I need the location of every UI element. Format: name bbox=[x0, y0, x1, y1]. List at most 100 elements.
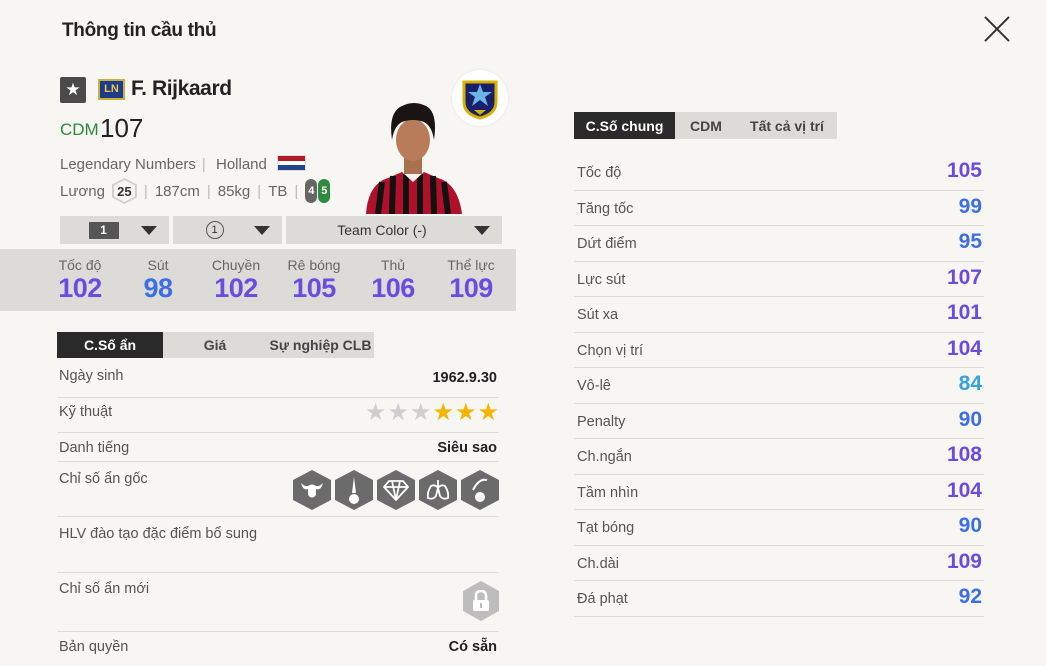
tab-price[interactable]: Giá bbox=[163, 332, 267, 358]
player-portrait bbox=[358, 98, 468, 214]
info-row-coach-traits: HLV đào tạo đặc điểm bổ sung bbox=[57, 517, 499, 573]
attribute-row: Chọn vị trí 104 bbox=[574, 333, 984, 368]
attribute-label: Tăng tốc bbox=[577, 200, 634, 217]
stat-label: Chuyền bbox=[211, 257, 261, 273]
favorite-star-icon[interactable]: ★ bbox=[60, 77, 86, 103]
attribute-value: 95 bbox=[958, 230, 982, 253]
close-icon[interactable] bbox=[982, 14, 1012, 44]
attribute-label: Ch.dài bbox=[577, 555, 619, 572]
team-color-dropdown[interactable]: Team Color (-) bbox=[286, 216, 502, 244]
attribute-label: Tạt bóng bbox=[577, 520, 635, 536]
summary-stats-bar: Tốc độ 102 Sút 98 Chuyền 102 Rê bóng 105… bbox=[0, 249, 516, 311]
attribute-value: 84 bbox=[958, 372, 982, 395]
info-label: Bản quyền bbox=[59, 639, 129, 655]
attribute-value: 104 bbox=[946, 336, 982, 360]
player-position: CDM bbox=[60, 120, 99, 139]
info-label: Danh tiếng bbox=[59, 440, 130, 456]
info-label: Kỹ thuật bbox=[59, 404, 113, 420]
info-label: HLV đào tạo đặc điểm bổ sung bbox=[59, 526, 258, 542]
salary-label: Lương bbox=[60, 182, 105, 200]
star-empty-icon: ★ bbox=[364, 399, 387, 426]
summary-stat: Chuyền 102 bbox=[196, 257, 276, 304]
tab-hidden-stats[interactable]: C.Số ẩn bbox=[57, 332, 163, 358]
summary-stat: Rê bóng 105 bbox=[274, 257, 354, 304]
foot-badge: 4 5 bbox=[305, 179, 331, 203]
attribute-label: Đá phạt bbox=[577, 591, 628, 607]
diamond-icon[interactable] bbox=[377, 470, 415, 510]
stat-label: Tốc độ bbox=[58, 257, 102, 273]
info-row-reputation: Danh tiếng Siêu sao bbox=[57, 433, 499, 462]
finesse-shot-icon[interactable] bbox=[461, 470, 499, 510]
player-height: 187cm bbox=[154, 182, 200, 200]
stat-value: 102 bbox=[214, 273, 258, 303]
attribute-label: Ch.ngắn bbox=[577, 449, 632, 465]
attribute-value: 101 bbox=[946, 301, 982, 324]
info-label: Chỉ số ẩn gốc bbox=[59, 471, 148, 487]
stat-label: Rê bóng bbox=[287, 257, 341, 273]
attribute-row: Dứt điểm 95 bbox=[574, 226, 984, 262]
attribute-value: 104 bbox=[946, 478, 982, 502]
info-value: Siêu sao bbox=[437, 440, 497, 456]
attribute-label: Tầm nhìn bbox=[577, 484, 639, 501]
chevron-down-icon bbox=[254, 226, 270, 235]
chevron-down-icon bbox=[474, 226, 490, 235]
player-origin: Legendary Numbers | Holland bbox=[60, 155, 312, 173]
player-body-type: TB bbox=[268, 182, 288, 200]
player-physical: Lương 25 | 187cm | 85kg | TB | 4 5 bbox=[60, 178, 331, 204]
player-name: F. Rijkaard bbox=[131, 77, 232, 100]
salary-value: 25 bbox=[113, 180, 135, 202]
tab-club-career[interactable]: Sự nghiệp CLB bbox=[267, 332, 374, 358]
attribute-row: Tầm nhìn 104 bbox=[574, 475, 984, 510]
attribute-row: Lực sút 107 bbox=[574, 262, 984, 297]
attribute-label: Dứt điểm bbox=[577, 236, 637, 252]
season-name: Legendary Numbers bbox=[60, 156, 196, 173]
star-filled-icon: ★ bbox=[454, 399, 477, 426]
chevron-down-icon bbox=[141, 226, 157, 235]
tab-all-positions[interactable]: Tất cả vị trí bbox=[737, 112, 837, 139]
summary-stat: Thể lực 109 bbox=[431, 257, 511, 304]
star-empty-icon: ★ bbox=[387, 399, 409, 426]
attribute-value: 108 bbox=[946, 443, 982, 466]
attribute-row: Ch.dài 109 bbox=[574, 546, 984, 581]
info-row-new-traits: Chỉ số ẩn mới bbox=[57, 573, 499, 632]
info-tabs: C.Số ẩn Giá Sự nghiệp CLB bbox=[57, 332, 374, 358]
enhance-dropdown[interactable]: 1 bbox=[173, 216, 282, 244]
lungs-icon[interactable] bbox=[419, 470, 457, 510]
stat-label: Thể lực bbox=[447, 257, 495, 273]
stat-label: Thủ bbox=[380, 257, 406, 273]
info-value: Có sẵn bbox=[448, 639, 497, 655]
attribute-row: Tốc độ 105 bbox=[574, 155, 984, 191]
buffalo-icon[interactable] bbox=[293, 470, 331, 510]
weak-foot-value: 4 bbox=[305, 179, 318, 203]
tab-general-stats[interactable]: C.Số chung bbox=[574, 112, 675, 139]
team-color-value: Team Color (-) bbox=[337, 222, 427, 238]
attribute-value: 109 bbox=[946, 549, 982, 573]
star-filled-icon: ★ bbox=[477, 399, 499, 426]
attribute-row: Tăng tốc 99 bbox=[574, 191, 984, 226]
lock-icon[interactable] bbox=[463, 581, 499, 621]
info-row-copyright: Bản quyền Có sẵn bbox=[57, 632, 499, 666]
netherlands-flag-icon bbox=[277, 155, 307, 171]
level-dropdown[interactable]: 1 bbox=[60, 216, 169, 244]
attribute-label: Penalty bbox=[577, 413, 626, 430]
stat-value: 106 bbox=[371, 273, 415, 303]
info-row-skill: Kỹ thuật ★ ★ ★ ★ ★ ★ bbox=[57, 398, 499, 433]
long-shot-icon[interactable] bbox=[335, 470, 373, 510]
tab-position-cdm[interactable]: CDM bbox=[675, 112, 737, 139]
stat-label: Sút bbox=[147, 257, 169, 273]
level-value: 1 bbox=[88, 221, 119, 239]
trait-icons bbox=[293, 470, 499, 510]
attribute-value: 90 bbox=[958, 407, 982, 431]
stat-value: 105 bbox=[292, 273, 336, 303]
stat-value: 98 bbox=[143, 273, 173, 303]
attribute-label: Lực sút bbox=[577, 271, 626, 288]
attribute-row: Vô-lê 84 bbox=[574, 368, 984, 404]
attribute-row: Penalty 90 bbox=[574, 404, 984, 439]
summary-stat: Sút 98 bbox=[118, 257, 198, 304]
summary-stat: Tốc độ 102 bbox=[40, 257, 120, 304]
attribute-tabs: C.Số chung CDM Tất cả vị trí bbox=[574, 112, 837, 139]
skill-stars: ★ ★ ★ ★ ★ ★ bbox=[365, 401, 499, 425]
nation-name: Holland bbox=[216, 156, 267, 173]
attribute-row: Tạt bóng 90 bbox=[574, 510, 984, 546]
season-badge: LN bbox=[98, 79, 125, 100]
